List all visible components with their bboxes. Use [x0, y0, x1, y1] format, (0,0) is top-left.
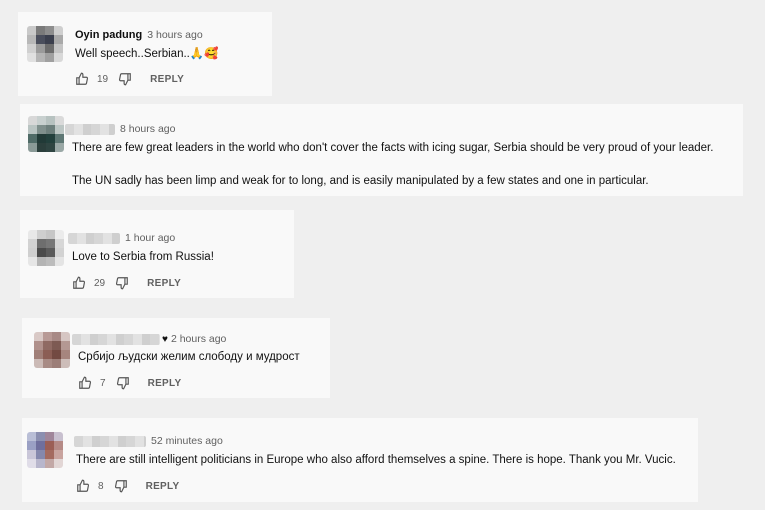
- comment-card: Oyin padung 3 hours ago Well speech..Ser…: [18, 12, 272, 96]
- comment-actions: 29 REPLY: [72, 276, 181, 290]
- comment-text: The UN sadly has been limp and weak for …: [72, 175, 649, 187]
- comment-time[interactable]: 52 minutes ago: [151, 435, 223, 447]
- blurred-author[interactable]: [72, 333, 160, 345]
- comment-text: There are few great leaders in the world…: [72, 142, 714, 154]
- comment-text: There are still intelligent politicians …: [76, 454, 676, 466]
- thumb-down-icon[interactable]: [118, 72, 132, 86]
- comment-actions: 7 REPLY: [78, 376, 181, 390]
- thumb-down-icon[interactable]: [114, 479, 128, 493]
- comment-card: 52 minutes ago There are still intellige…: [22, 418, 698, 502]
- like-count: 19: [97, 73, 109, 85]
- reply-button[interactable]: REPLY: [148, 378, 182, 389]
- comment-card: 1 hour ago Love to Serbia from Russia! 2…: [20, 210, 294, 298]
- comment-actions: 8 REPLY: [76, 479, 179, 493]
- thumb-up-icon[interactable]: [76, 479, 90, 493]
- comment-time[interactable]: 8 hours ago: [120, 123, 175, 135]
- like-count: 8: [98, 480, 104, 492]
- avatar[interactable]: [27, 26, 63, 62]
- blurred-author[interactable]: [65, 123, 115, 135]
- avatar[interactable]: [34, 332, 70, 368]
- like-count: 7: [100, 377, 106, 389]
- like-count: 29: [94, 277, 106, 289]
- comment-text: Love to Serbia from Russia!: [72, 251, 214, 263]
- reply-button[interactable]: REPLY: [147, 278, 181, 289]
- comment-actions: 19 REPLY: [75, 72, 184, 86]
- reply-button[interactable]: REPLY: [150, 74, 184, 85]
- thumb-down-icon[interactable]: [116, 376, 130, 390]
- avatar[interactable]: [27, 432, 63, 468]
- comment-author[interactable]: Oyin padung: [75, 29, 142, 41]
- blurred-author[interactable]: [74, 435, 146, 447]
- blurred-author[interactable]: [68, 232, 120, 244]
- thumb-down-icon[interactable]: [115, 276, 129, 290]
- comment-card: 8 hours ago There are few great leaders …: [20, 104, 743, 196]
- avatar[interactable]: [28, 230, 64, 266]
- comment-time[interactable]: 1 hour ago: [125, 232, 175, 244]
- comment-card: ♥ 2 hours ago Србијо људски желим слобод…: [22, 318, 330, 398]
- thumb-up-icon[interactable]: [72, 276, 86, 290]
- avatar[interactable]: [28, 116, 64, 152]
- thumb-up-icon[interactable]: [75, 72, 89, 86]
- comment-time[interactable]: 2 hours ago: [171, 333, 226, 345]
- reply-button[interactable]: REPLY: [146, 481, 180, 492]
- heart-icon: ♥: [162, 333, 168, 345]
- comment-text: Србијо људски желим слободу и мудрост: [78, 351, 300, 363]
- thumb-up-icon[interactable]: [78, 376, 92, 390]
- comment-time[interactable]: 3 hours ago: [147, 29, 202, 41]
- comment-text: Well speech..Serbian..🙏🥰: [75, 48, 219, 60]
